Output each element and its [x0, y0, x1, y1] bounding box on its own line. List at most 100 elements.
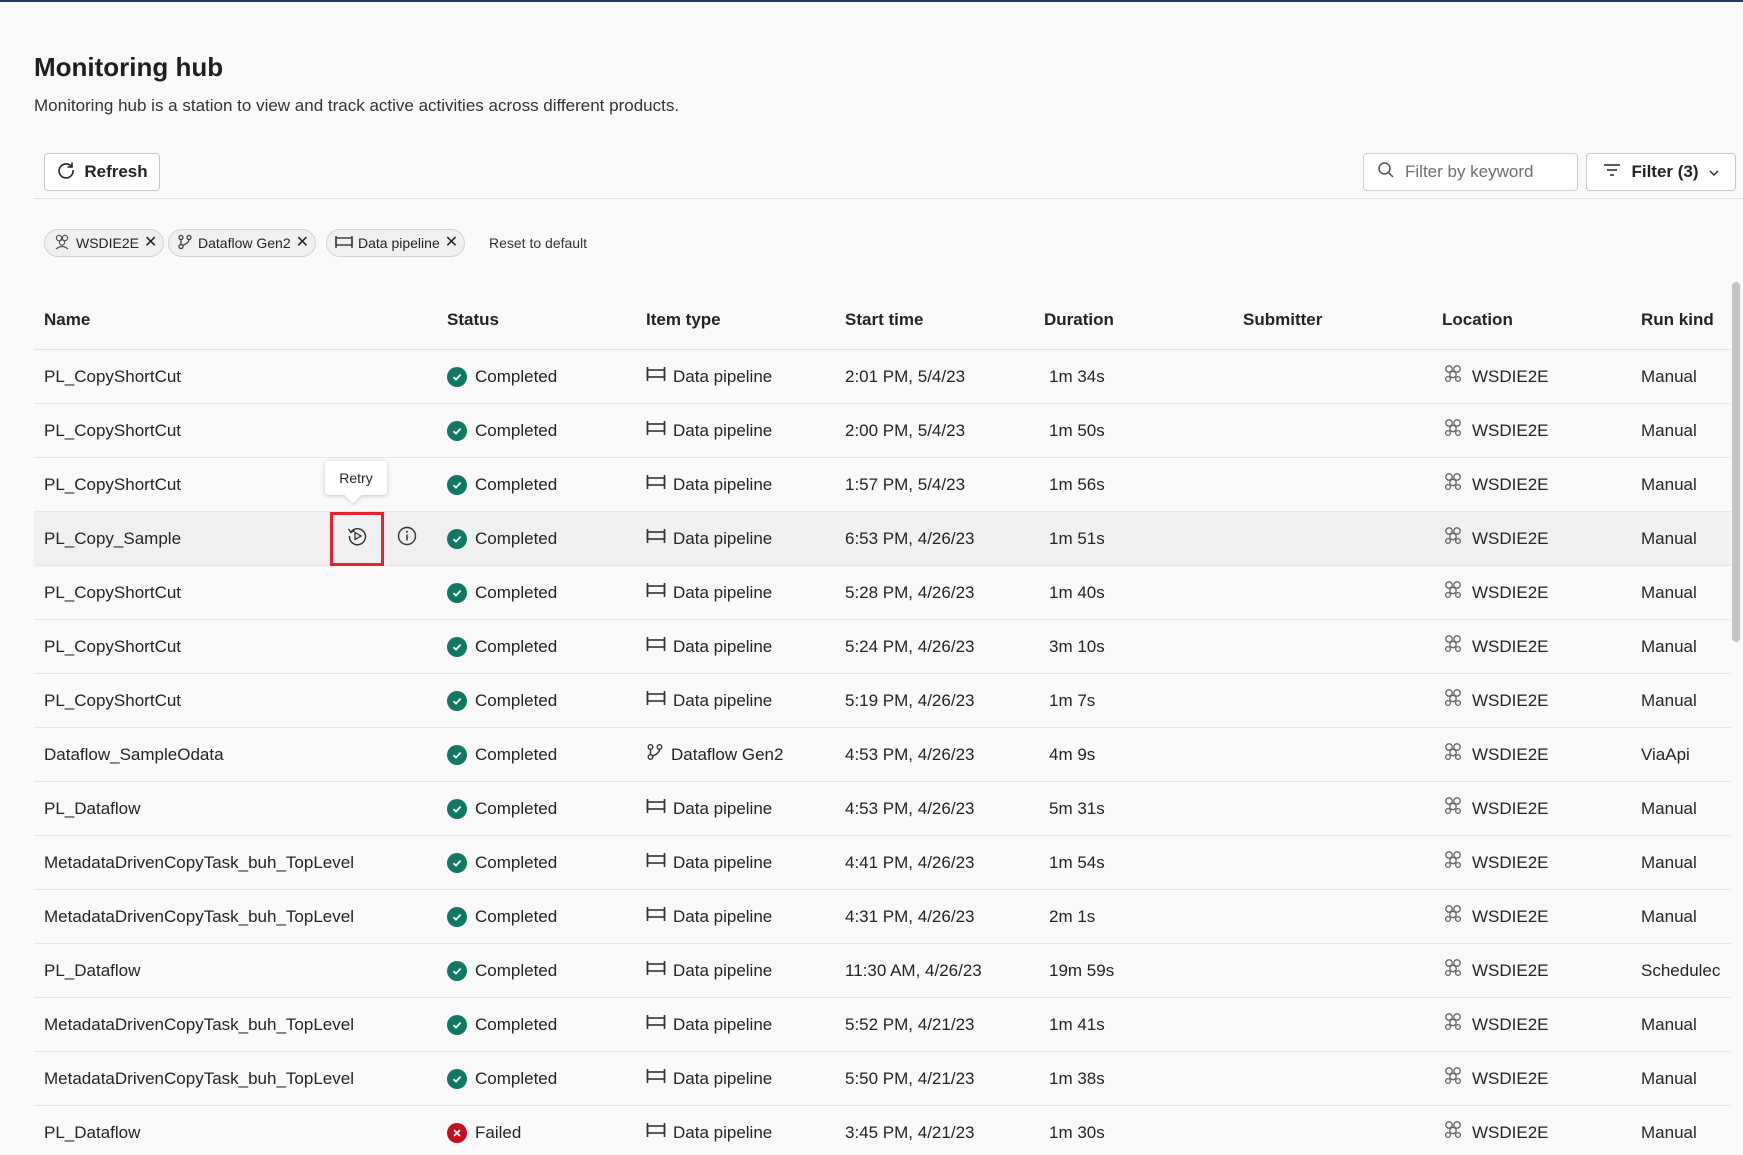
row-location[interactable]: WSDIE2E	[1442, 458, 1549, 511]
workspace-icon	[1442, 957, 1464, 984]
top-rule	[0, 0, 1743, 2]
row-location[interactable]: WSDIE2E	[1442, 782, 1549, 835]
filter-chip-dataflow[interactable]: Dataflow Gen2 ✕	[168, 229, 317, 257]
completed-check-icon	[447, 744, 467, 765]
row-name[interactable]: PL_Copy_Sample	[44, 512, 181, 565]
row-item-type: Dataflow Gen2	[646, 728, 783, 781]
row-run-kind: Schedulec	[1641, 960, 1721, 980]
row-name[interactable]: Dataflow_SampleOdata	[44, 728, 224, 781]
row-name[interactable]: PL_CopyShortCut	[44, 404, 181, 457]
row-item-type-label: Data pipeline	[673, 960, 773, 980]
completed-check-icon	[447, 690, 467, 711]
row-location-label: WSDIE2E	[1472, 528, 1549, 548]
row-status: Completed	[447, 944, 557, 997]
column-header-item-type[interactable]: Item type	[646, 290, 721, 349]
row-location[interactable]: WSDIE2E	[1442, 512, 1549, 565]
table-row[interactable]: PL_CopyShortCut Completed Data pipeline 2:0…	[34, 404, 1731, 458]
row-location[interactable]: WSDIE2E	[1442, 566, 1549, 619]
table-row[interactable]: MetadataDrivenCopyTask_buh_TopLevel Compl…	[34, 998, 1731, 1052]
table-row[interactable]: PL_Dataflow Completed Data pipeline 4:53 PM…	[34, 782, 1731, 836]
pipeline-icon	[646, 474, 666, 495]
row-status: Completed	[447, 728, 557, 781]
row-location[interactable]: WSDIE2E	[1442, 728, 1549, 781]
row-start-time: 2:00 PM, 5/4/23	[845, 420, 966, 440]
row-name[interactable]: PL_CopyShortCut	[44, 674, 181, 727]
table-row[interactable]: PL_Dataflow Failed Data pipeline 3:45 PM, 4…	[34, 1106, 1731, 1155]
filter-button[interactable]: Filter (3)	[1586, 153, 1736, 191]
completed-check-icon	[447, 528, 467, 549]
column-header-submitter[interactable]: Submitter	[1243, 290, 1322, 349]
reset-to-default-link[interactable]: Reset to default	[489, 235, 587, 251]
filter-chip-workspace[interactable]: WSDIE2E ✕	[44, 229, 165, 257]
row-location[interactable]: WSDIE2E	[1442, 1106, 1549, 1155]
row-run-kind: Manual	[1641, 420, 1697, 440]
column-header-status[interactable]: Status	[447, 290, 499, 349]
row-location[interactable]: WSDIE2E	[1442, 674, 1549, 727]
row-name[interactable]: MetadataDrivenCopyTask_buh_TopLevel	[44, 998, 354, 1051]
row-name[interactable]: MetadataDrivenCopyTask_buh_TopLevel	[44, 836, 354, 889]
row-item-type-label: Data pipeline	[673, 1122, 773, 1142]
table-row[interactable]: PL_CopyShortCut Completed Data pipeline 1:5…	[34, 458, 1731, 512]
table-row[interactable]: PL_Copy_Sample Completed Data pipeline 6:53…	[34, 461, 1731, 566]
row-name[interactable]: PL_CopyShortCut	[44, 566, 181, 619]
table-row[interactable]: PL_CopyShortCut Completed Data pipeline 5:2…	[34, 566, 1731, 620]
column-header-duration[interactable]: Duration	[1044, 290, 1114, 349]
row-name[interactable]: PL_Dataflow	[44, 944, 140, 997]
workspace-icon	[1442, 1119, 1464, 1146]
row-name[interactable]: MetadataDrivenCopyTask_buh_TopLevel	[44, 890, 354, 943]
table-row[interactable]: PL_Dataflow Completed Data pipeline 11:30 A…	[34, 944, 1731, 998]
row-location[interactable]: WSDIE2E	[1442, 620, 1549, 673]
table-row[interactable]: PL_CopyShortCut Completed Data pipeline 2:0…	[34, 350, 1731, 404]
search-box[interactable]	[1363, 153, 1578, 191]
column-header-run-kind[interactable]: Run kind	[1641, 290, 1714, 349]
workspace-icon	[1442, 363, 1464, 390]
table-row[interactable]: PL_CopyShortCut Completed Data pipeline 5:2…	[34, 620, 1731, 674]
row-name[interactable]: PL_Dataflow	[44, 1106, 140, 1155]
workspace-icon	[1442, 849, 1464, 876]
row-location[interactable]: WSDIE2E	[1442, 404, 1549, 457]
close-icon[interactable]: ✕	[445, 235, 458, 251]
row-name[interactable]: PL_CopyShortCut	[44, 458, 181, 511]
row-name[interactable]: MetadataDrivenCopyTask_buh_TopLevel	[44, 1052, 354, 1105]
row-item-type-label: Data pipeline	[673, 906, 773, 926]
column-header-start-time[interactable]: Start time	[845, 290, 923, 349]
row-name[interactable]: PL_Dataflow	[44, 782, 140, 835]
activity-table: Name Status Item type Start time Duratio…	[34, 290, 1731, 1155]
vertical-scrollbar[interactable]	[1732, 282, 1740, 642]
row-location[interactable]: WSDIE2E	[1442, 890, 1549, 943]
row-location[interactable]: WSDIE2E	[1442, 998, 1549, 1051]
row-name[interactable]: PL_CopyShortCut	[44, 620, 181, 673]
row-item-type-label: Data pipeline	[673, 798, 773, 818]
row-item-type-label: Data pipeline	[673, 528, 773, 548]
row-location[interactable]: WSDIE2E	[1442, 350, 1549, 403]
row-location[interactable]: WSDIE2E	[1442, 944, 1549, 997]
column-header-location[interactable]: Location	[1442, 290, 1513, 349]
row-location[interactable]: WSDIE2E	[1442, 1052, 1549, 1105]
row-duration: 1m 41s	[1049, 1014, 1105, 1034]
refresh-button[interactable]: Refresh	[44, 153, 160, 191]
row-start-time: 5:28 PM, 4/26/23	[845, 582, 975, 602]
row-start-time: 5:24 PM, 4/26/23	[845, 636, 975, 656]
close-icon[interactable]: ✕	[296, 235, 309, 251]
row-run-kind: Manual	[1641, 366, 1697, 386]
row-start-time: 2:01 PM, 5/4/23	[845, 366, 966, 386]
close-icon[interactable]: ✕	[144, 235, 157, 251]
chip-label: WSDIE2E	[76, 235, 140, 251]
row-status-label: Completed	[475, 1068, 558, 1088]
workspace-icon	[1442, 417, 1464, 444]
pipeline-icon	[646, 690, 666, 711]
table-row[interactable]: MetadataDrivenCopyTask_buh_TopLevel Compl…	[34, 836, 1731, 890]
row-duration: 1m 34s	[1049, 366, 1105, 386]
table-row[interactable]: MetadataDrivenCopyTask_buh_TopLevel Compl…	[34, 890, 1731, 944]
table-row[interactable]: PL_CopyShortCut Completed Data pipeline 5:1…	[34, 674, 1731, 728]
search-input[interactable]	[1405, 162, 1565, 182]
filter-chip-pipeline[interactable]: Data pipeline ✕	[326, 229, 466, 257]
row-location[interactable]: WSDIE2E	[1442, 836, 1549, 889]
table-row[interactable]: MetadataDrivenCopyTask_buh_TopLevel Compl…	[34, 1052, 1731, 1106]
info-icon[interactable]	[396, 525, 418, 552]
row-name[interactable]: PL_CopyShortCut	[44, 350, 181, 403]
row-status-label: Completed	[475, 582, 558, 602]
table-row[interactable]: Dataflow_SampleOdata Completed Dataflow Ge…	[34, 728, 1731, 782]
retry-button[interactable]	[330, 511, 384, 566]
column-header-name[interactable]: Name	[44, 290, 90, 349]
